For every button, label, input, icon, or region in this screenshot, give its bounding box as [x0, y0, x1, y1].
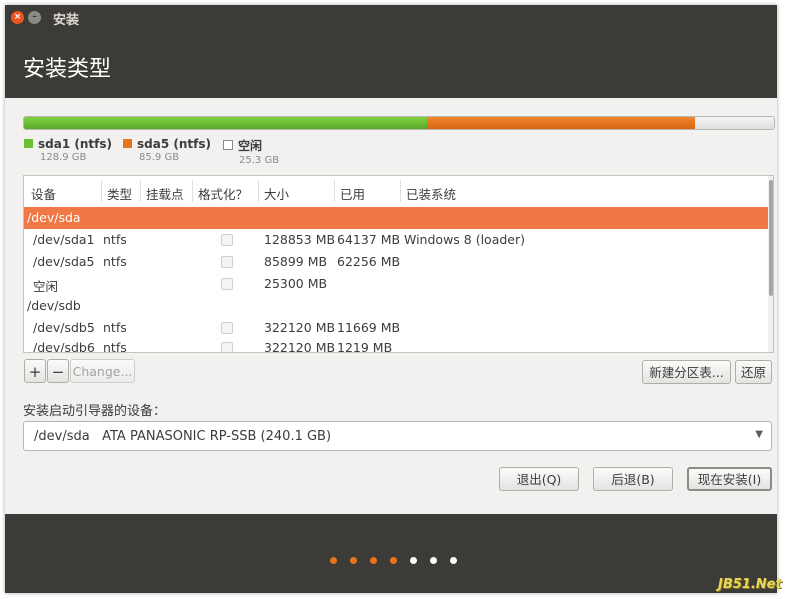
- installer-window: × – 安装 安装类型 sda1 (ntfs) 128.9 GB sda5 (n…: [5, 5, 777, 593]
- table-scrollbar[interactable]: [768, 176, 773, 352]
- legend-item-sda5: sda5 (ntfs) 85.9 GB: [123, 137, 211, 163]
- format-checkbox[interactable]: [221, 256, 233, 268]
- progress-dot-done: [370, 557, 377, 564]
- progress-dot-done: [390, 557, 397, 564]
- bootloader-device-select[interactable]: /dev/sda ATA PANASONIC RP-SSB (240.1 GB)…: [23, 421, 772, 451]
- used-cell: 11669 MB: [337, 320, 401, 335]
- legend-size: 25.3 GB: [239, 155, 280, 166]
- legend-size: 128.9 GB: [40, 152, 87, 163]
- used-cell: 64137 MB: [337, 232, 401, 247]
- column-header-device[interactable]: 设备: [31, 184, 56, 203]
- column-header-type[interactable]: 类型: [107, 184, 132, 203]
- format-checkbox[interactable]: [221, 342, 233, 352]
- type-cell: ntfs: [103, 320, 127, 335]
- column-header-size[interactable]: 大小: [264, 184, 289, 203]
- change-partition-button[interactable]: Change...: [70, 359, 135, 383]
- scrollbar-thumb[interactable]: [769, 180, 773, 296]
- used-cell: 62256 MB: [337, 254, 401, 269]
- legend-swatch-white: [223, 140, 233, 150]
- table-row-free[interactable]: 空闲 25300 MB: [24, 273, 768, 295]
- device-path: /dev/sda: [34, 429, 90, 444]
- add-partition-button[interactable]: +: [24, 359, 46, 383]
- column-header-installed-system[interactable]: 已装系统: [406, 184, 456, 203]
- size-cell: 85899 MB: [264, 254, 328, 269]
- page-title: 安装类型: [23, 57, 112, 82]
- chevron-down-icon[interactable]: ▼: [755, 429, 763, 440]
- partition-segment-free: [695, 117, 774, 129]
- device-cell: /dev/sdb5: [33, 320, 95, 335]
- minimize-icon[interactable]: –: [28, 11, 41, 24]
- format-checkbox[interactable]: [221, 322, 233, 334]
- legend-swatch-green: [24, 139, 33, 148]
- device-cell: 空闲: [33, 279, 59, 294]
- table-header: 设备 类型 挂载点 格式化？ 大小 已用 已装系统: [24, 176, 773, 208]
- system-cell: Windows 8 (loader): [404, 232, 525, 247]
- column-header-mount[interactable]: 挂载点: [146, 184, 184, 203]
- progress-dot-done: [350, 557, 357, 564]
- table-row-sdb[interactable]: /dev/sdb: [24, 295, 768, 317]
- legend-item-sda1: sda1 (ntfs) 128.9 GB: [24, 137, 112, 163]
- window-title: 安装: [53, 13, 80, 28]
- device-cell: /dev/sda5: [33, 254, 95, 269]
- disk-usage-bar: [23, 116, 775, 130]
- size-cell: 322120 MB: [264, 340, 336, 353]
- new-partition-table-button[interactable]: 新建分区表...: [642, 360, 731, 384]
- partition-segment-sda1: [24, 117, 427, 129]
- legend-item-free: 空闲 25.3 GB: [223, 137, 279, 166]
- install-now-button[interactable]: 现在安装(I): [687, 467, 772, 491]
- bootloader-device-label: 安装启动引导器的设备：: [23, 404, 167, 419]
- type-cell: ntfs: [103, 254, 127, 269]
- close-icon[interactable]: ×: [11, 11, 24, 24]
- table-row-sda[interactable]: /dev/sda: [24, 207, 768, 229]
- type-cell: ntfs: [103, 340, 127, 353]
- type-cell: ntfs: [103, 232, 127, 247]
- progress-dot-pending: [430, 557, 437, 564]
- footer-bar: [5, 514, 777, 593]
- quit-button[interactable]: 退出(Q): [499, 467, 579, 491]
- device-cell: /dev/sda: [27, 210, 81, 225]
- progress-dot-pending: [410, 557, 417, 564]
- partition-segment-sda5: [427, 117, 695, 129]
- back-button[interactable]: 后退(B): [593, 467, 673, 491]
- device-cell: /dev/sda1: [33, 232, 95, 247]
- column-header-format[interactable]: 格式化？: [198, 184, 248, 203]
- format-checkbox[interactable]: [221, 234, 233, 246]
- device-cell: /dev/sdb6: [33, 340, 95, 353]
- revert-button[interactable]: 还原: [735, 360, 772, 384]
- device-model: ATA PANASONIC RP-SSB (240.1 GB): [102, 429, 332, 444]
- title-bar: × – 安装: [5, 5, 777, 31]
- page-header: 安装类型: [5, 31, 777, 98]
- progress-dot-done: [330, 557, 337, 564]
- table-row-sdb6[interactable]: /dev/sdb6 ntfs 322120 MB 1219 MB: [24, 337, 768, 353]
- watermark: JB51.Net: [718, 577, 782, 592]
- remove-partition-button[interactable]: −: [47, 359, 69, 383]
- legend-size: 85.9 GB: [139, 152, 180, 163]
- used-cell: 1219 MB: [337, 340, 393, 353]
- table-row-sda5[interactable]: /dev/sda5 ntfs 85899 MB 62256 MB: [24, 251, 768, 273]
- format-checkbox[interactable]: [221, 278, 233, 290]
- device-cell: /dev/sdb: [27, 298, 81, 313]
- progress-dots: [330, 549, 470, 568]
- size-cell: 25300 MB: [264, 276, 328, 291]
- size-cell: 128853 MB: [264, 232, 336, 247]
- table-row-sda1[interactable]: /dev/sda1 ntfs 128853 MB 64137 MB Window…: [24, 229, 768, 251]
- column-header-used[interactable]: 已用: [340, 184, 365, 203]
- selected-device: /dev/sda ATA PANASONIC RP-SSB (240.1 GB): [34, 429, 331, 444]
- legend-swatch-orange: [123, 139, 132, 148]
- table-row-sdb5[interactable]: /dev/sdb5 ntfs 322120 MB 11669 MB: [24, 317, 768, 339]
- progress-dot-pending: [450, 557, 457, 564]
- partition-table: 设备 类型 挂载点 格式化？ 大小 已用 已装系统 /dev/sda /dev/…: [23, 175, 774, 353]
- size-cell: 322120 MB: [264, 320, 336, 335]
